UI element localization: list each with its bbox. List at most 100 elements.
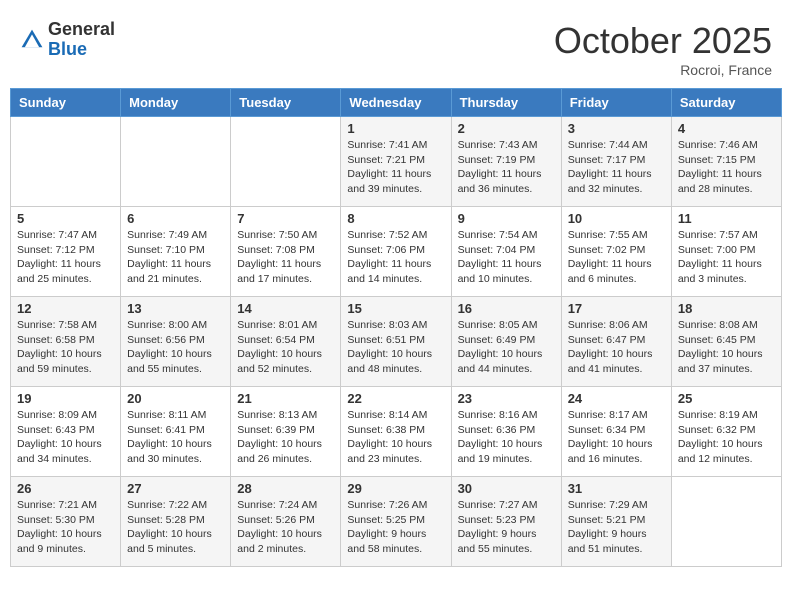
calendar-week-row: 19Sunrise: 8:09 AMSunset: 6:43 PMDayligh… [11, 387, 782, 477]
day-number: 14 [237, 301, 334, 316]
day-number: 25 [678, 391, 775, 406]
day-info: Sunrise: 8:00 AMSunset: 6:56 PMDaylight:… [127, 318, 224, 377]
day-number: 12 [17, 301, 114, 316]
day-number: 11 [678, 211, 775, 226]
calendar-cell: 7 Sunrise: 7:50 AMSunset: 7:08 PMDaylight… [231, 207, 341, 297]
day-info: Sunrise: 7:41 AMSunset: 7:21 PMDaylight:… [347, 138, 444, 197]
location: Rocroi, France [554, 62, 772, 78]
day-number: 31 [568, 481, 665, 496]
day-info: Sunrise: 8:03 AMSunset: 6:51 PMDaylight:… [347, 318, 444, 377]
day-number: 29 [347, 481, 444, 496]
day-number: 24 [568, 391, 665, 406]
day-info: Sunrise: 8:13 AMSunset: 6:39 PMDaylight:… [237, 408, 334, 467]
day-number: 26 [17, 481, 114, 496]
calendar-cell: 29 Sunrise: 7:26 AMSunset: 5:25 PMDayligh… [341, 477, 451, 567]
calendar-cell: 4Sunrise: 7:46 AMSunset: 7:15 PMDaylight… [671, 117, 781, 207]
logo: General Blue [20, 20, 115, 60]
day-number: 15 [347, 301, 444, 316]
logo-text: General Blue [48, 20, 115, 60]
day-info: Sunrise: 8:19 AMSunset: 6:32 PMDaylight:… [678, 408, 775, 467]
column-header-saturday: Saturday [671, 89, 781, 117]
day-info: Sunrise: 7:24 AMSunset: 5:26 PMDaylight:… [237, 498, 334, 557]
calendar-cell: 30 Sunrise: 7:27 AMSunset: 5:23 PMDayligh… [451, 477, 561, 567]
day-info: Sunrise: 7:46 AMSunset: 7:15 PMDaylight:… [678, 138, 775, 197]
calendar-cell [231, 117, 341, 207]
day-info: Sunrise: 7:57 AMSunset: 7:00 PMDaylight:… [678, 228, 775, 287]
day-number: 7 [237, 211, 334, 226]
calendar-cell: 25 Sunrise: 8:19 AMSunset: 6:32 PMDayligh… [671, 387, 781, 477]
calendar-week-row: 26 Sunrise: 7:21 AMSunset: 5:30 PMDayligh… [11, 477, 782, 567]
day-info: Sunrise: 7:58 AMSunset: 6:58 PMDaylight:… [17, 318, 114, 377]
day-number: 10 [568, 211, 665, 226]
day-info: Sunrise: 7:52 AMSunset: 7:06 PMDaylight:… [347, 228, 444, 287]
column-header-monday: Monday [121, 89, 231, 117]
calendar-week-row: 1 Sunrise: 7:41 AMSunset: 7:21 PMDaylight… [11, 117, 782, 207]
day-number: 18 [678, 301, 775, 316]
day-info: Sunrise: 8:11 AMSunset: 6:41 PMDaylight:… [127, 408, 224, 467]
calendar-cell: 2 Sunrise: 7:43 AMSunset: 7:19 PMDaylight… [451, 117, 561, 207]
day-number: 16 [458, 301, 555, 316]
calendar-cell: 23 Sunrise: 8:16 AMSunset: 6:36 PMDayligh… [451, 387, 561, 477]
day-info: Sunrise: 8:05 AMSunset: 6:49 PMDaylight:… [458, 318, 555, 377]
title-block: October 2025 Rocroi, France [554, 20, 772, 78]
day-info: Sunrise: 7:49 AMSunset: 7:10 PMDaylight:… [127, 228, 224, 287]
calendar-cell: 6 Sunrise: 7:49 AMSunset: 7:10 PMDaylight… [121, 207, 231, 297]
column-header-thursday: Thursday [451, 89, 561, 117]
column-header-friday: Friday [561, 89, 671, 117]
day-number: 27 [127, 481, 224, 496]
calendar-cell: 12 Sunrise: 7:58 AMSunset: 6:58 PMDayligh… [11, 297, 121, 387]
column-header-tuesday: Tuesday [231, 89, 341, 117]
day-info: Sunrise: 7:27 AMSunset: 5:23 PMDaylight:… [458, 498, 555, 557]
month-title: October 2025 [554, 20, 772, 62]
day-number: 8 [347, 211, 444, 226]
calendar-cell [121, 117, 231, 207]
day-info: Sunrise: 7:47 AMSunset: 7:12 PMDaylight:… [17, 228, 114, 287]
calendar-cell: 18 Sunrise: 8:08 AMSunset: 6:45 PMDayligh… [671, 297, 781, 387]
day-info: Sunrise: 8:08 AMSunset: 6:45 PMDaylight:… [678, 318, 775, 377]
calendar-week-row: 5 Sunrise: 7:47 AMSunset: 7:12 PMDaylight… [11, 207, 782, 297]
calendar-cell: 5 Sunrise: 7:47 AMSunset: 7:12 PMDaylight… [11, 207, 121, 297]
day-info: Sunrise: 8:01 AMSunset: 6:54 PMDaylight:… [237, 318, 334, 377]
calendar-cell: 13 Sunrise: 8:00 AMSunset: 6:56 PMDayligh… [121, 297, 231, 387]
calendar-cell: 8 Sunrise: 7:52 AMSunset: 7:06 PMDaylight… [341, 207, 451, 297]
day-info: Sunrise: 7:22 AMSunset: 5:28 PMDaylight:… [127, 498, 224, 557]
calendar-cell: 20 Sunrise: 8:11 AMSunset: 6:41 PMDayligh… [121, 387, 231, 477]
day-info: Sunrise: 7:29 AMSunset: 5:21 PMDaylight:… [568, 498, 665, 557]
calendar-cell: 31 Sunrise: 7:29 AMSunset: 5:21 PMDayligh… [561, 477, 671, 567]
calendar-cell: 16 Sunrise: 8:05 AMSunset: 6:49 PMDayligh… [451, 297, 561, 387]
day-info: Sunrise: 7:26 AMSunset: 5:25 PMDaylight:… [347, 498, 444, 557]
logo-blue-text: Blue [48, 40, 115, 60]
day-number: 1 [347, 121, 444, 136]
calendar-cell: 28 Sunrise: 7:24 AMSunset: 5:26 PMDayligh… [231, 477, 341, 567]
day-number: 20 [127, 391, 224, 406]
column-header-wednesday: Wednesday [341, 89, 451, 117]
day-number: 17 [568, 301, 665, 316]
calendar-cell: 17 Sunrise: 8:06 AMSunset: 6:47 PMDayligh… [561, 297, 671, 387]
calendar-cell: 15 Sunrise: 8:03 AMSunset: 6:51 PMDayligh… [341, 297, 451, 387]
day-number: 5 [17, 211, 114, 226]
logo-icon [20, 28, 44, 52]
column-header-sunday: Sunday [11, 89, 121, 117]
day-info: Sunrise: 8:16 AMSunset: 6:36 PMDaylight:… [458, 408, 555, 467]
day-number: 23 [458, 391, 555, 406]
day-info: Sunrise: 7:50 AMSunset: 7:08 PMDaylight:… [237, 228, 334, 287]
day-info: Sunrise: 7:43 AMSunset: 7:19 PMDaylight:… [458, 138, 555, 197]
day-number: 21 [237, 391, 334, 406]
day-info: Sunrise: 7:21 AMSunset: 5:30 PMDaylight:… [17, 498, 114, 557]
calendar-cell: 11 Sunrise: 7:57 AMSunset: 7:00 PMDayligh… [671, 207, 781, 297]
day-info: Sunrise: 7:54 AMSunset: 7:04 PMDaylight:… [458, 228, 555, 287]
day-info: Sunrise: 8:17 AMSunset: 6:34 PMDaylight:… [568, 408, 665, 467]
day-info: Sunrise: 7:55 AMSunset: 7:02 PMDaylight:… [568, 228, 665, 287]
day-number: 28 [237, 481, 334, 496]
day-number: 2 [458, 121, 555, 136]
calendar-cell: 3Sunrise: 7:44 AMSunset: 7:17 PMDaylight… [561, 117, 671, 207]
day-number: 6 [127, 211, 224, 226]
calendar-table: SundayMondayTuesdayWednesdayThursdayFrid… [10, 88, 782, 567]
day-info: Sunrise: 8:09 AMSunset: 6:43 PMDaylight:… [17, 408, 114, 467]
day-info: Sunrise: 8:06 AMSunset: 6:47 PMDaylight:… [568, 318, 665, 377]
day-number: 13 [127, 301, 224, 316]
calendar-cell: 27 Sunrise: 7:22 AMSunset: 5:28 PMDayligh… [121, 477, 231, 567]
day-number: 9 [458, 211, 555, 226]
calendar-cell: 10 Sunrise: 7:55 AMSunset: 7:02 PMDayligh… [561, 207, 671, 297]
day-number: 30 [458, 481, 555, 496]
